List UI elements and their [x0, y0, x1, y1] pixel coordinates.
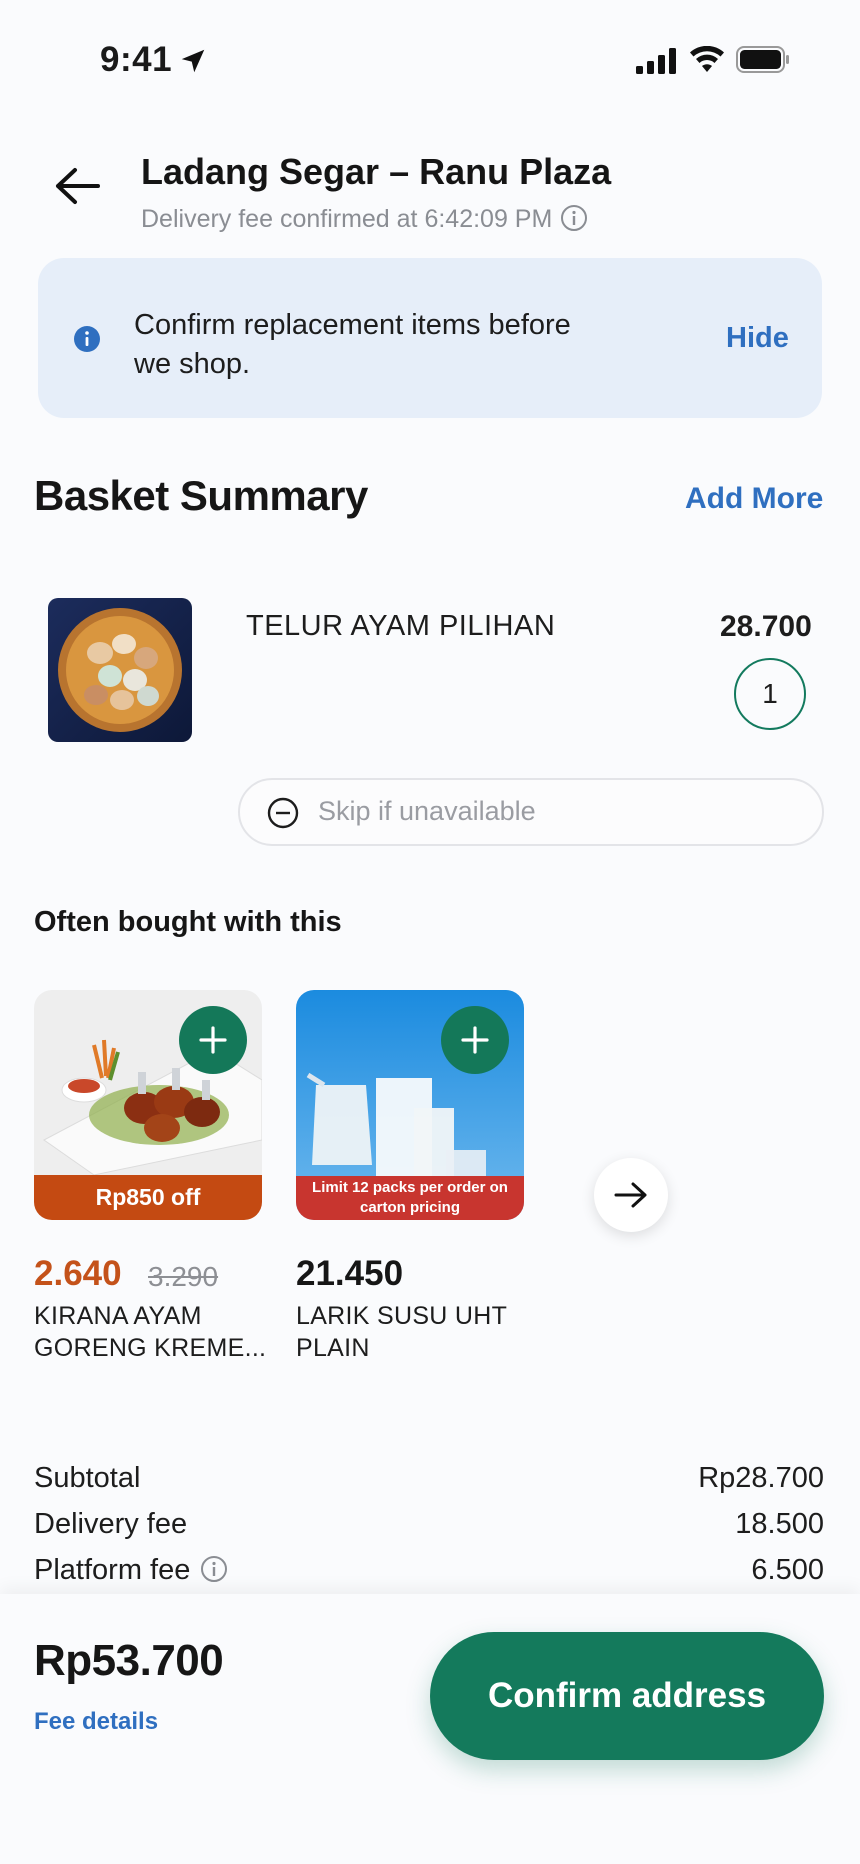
- back-arrow-icon[interactable]: [48, 162, 106, 210]
- sale-price: 2.640: [34, 1254, 122, 1293]
- platform-fee-label: Platform fee: [34, 1554, 191, 1586]
- original-price: 3.290: [148, 1261, 219, 1292]
- arrow-right-icon: [614, 1182, 647, 1208]
- add-fried-chicken-button[interactable]: [179, 1006, 247, 1074]
- delivery-fee-text: Delivery fee confirmed at 6:42:09 PM: [141, 205, 553, 233]
- delivery-fee-label: Delivery fee: [34, 1508, 188, 1540]
- product-name: KIRANA AYAM GORENG KREME...: [34, 1302, 267, 1362]
- purchase-limit-badge: Limit 12 packs per order on carton prici…: [296, 1176, 524, 1220]
- basket-summary-title: Basket Summary: [34, 472, 368, 519]
- info-icon[interactable]: [560, 204, 588, 232]
- confirm-address-button[interactable]: Confirm address: [430, 1632, 824, 1760]
- location-arrow-icon: [181, 49, 205, 73]
- platform-fee-value: 6.500: [751, 1554, 824, 1586]
- carousel-next-button[interactable]: [594, 1158, 668, 1232]
- often-bought-title: Often bought with this: [34, 906, 342, 938]
- quantity-selector[interactable]: 1: [734, 658, 806, 730]
- store-title: Ladang Segar – Ranu Plaza: [141, 151, 612, 192]
- grand-total: Rp53.700: [34, 1636, 224, 1685]
- battery-icon: [736, 46, 789, 73]
- discount-badge: Rp850 off: [34, 1175, 262, 1220]
- banner-message: Confirm replacement items before we shop…: [134, 309, 571, 380]
- cellular-signal-icon: [636, 48, 676, 74]
- product-price: 21.450: [296, 1254, 404, 1293]
- minus-circle-icon: [267, 797, 299, 829]
- status-time: 9:41: [100, 40, 173, 79]
- delivery-fee-value: 18.500: [735, 1508, 824, 1540]
- delivery-fee-subtitle: Delivery fee confirmed at 6:42:09 PM: [141, 204, 588, 234]
- fee-details-link[interactable]: Fee details: [34, 1708, 158, 1736]
- substitution-label: Skip if unavailable: [318, 796, 536, 826]
- add-more-button[interactable]: Add More: [685, 482, 823, 516]
- add-uht-milk-button[interactable]: [441, 1006, 509, 1074]
- product-name: LARIK SUSU UHT PLAIN: [296, 1302, 507, 1362]
- subtotal-label: Subtotal: [34, 1462, 141, 1494]
- info-icon[interactable]: [200, 1555, 228, 1583]
- hide-banner-button[interactable]: Hide: [726, 322, 789, 355]
- subtotal-value: Rp28.700: [698, 1462, 824, 1494]
- plus-icon: [461, 1026, 489, 1054]
- wifi-icon: [690, 46, 724, 72]
- platform-fee-row-label: Platform fee: [34, 1554, 228, 1587]
- plus-icon: [199, 1026, 227, 1054]
- info-filled-icon: [74, 326, 100, 352]
- egg-product-image: [48, 598, 192, 742]
- basket-item-name: TELUR AYAM PILIHAN: [246, 610, 556, 642]
- basket-item-price: 28.700: [720, 610, 812, 643]
